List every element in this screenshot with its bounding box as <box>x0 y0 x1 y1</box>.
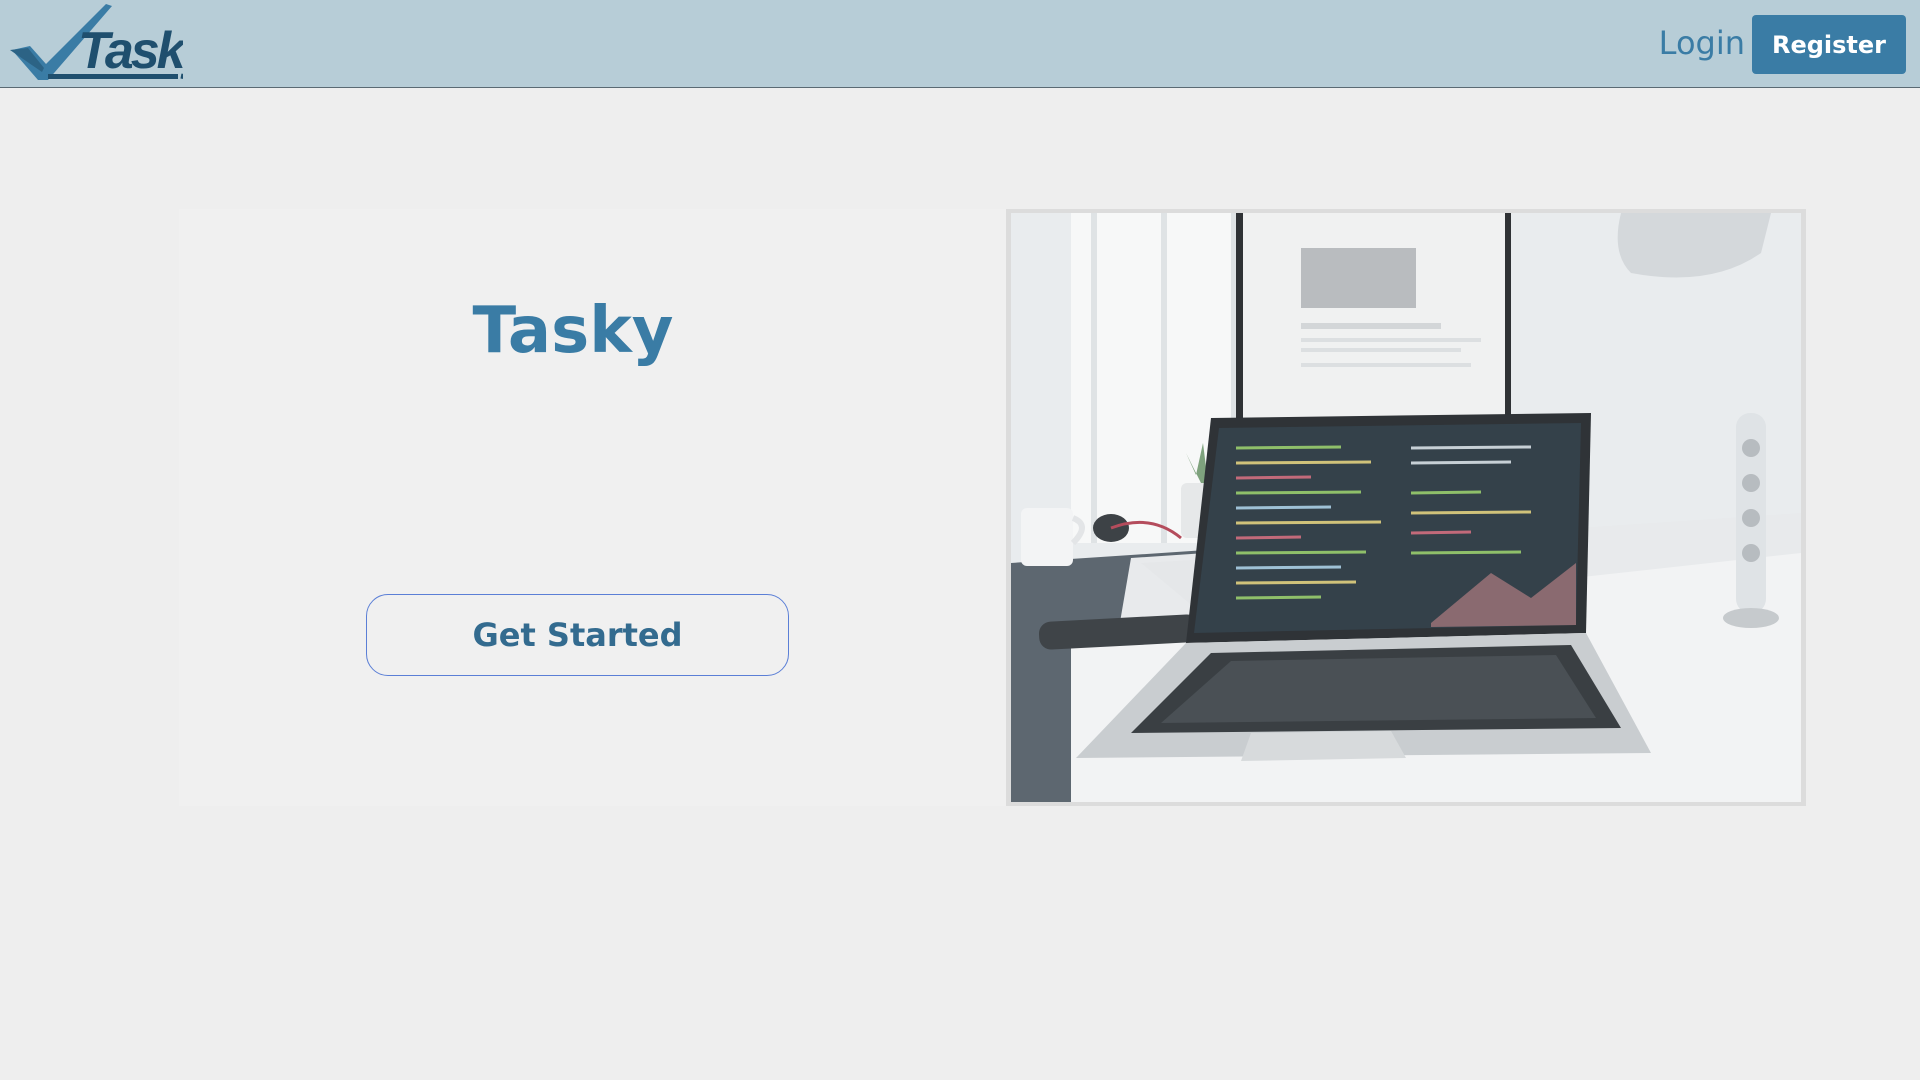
logo-wordmark: Tasky <box>78 22 183 80</box>
register-button[interactable]: Register <box>1752 15 1906 74</box>
get-started-button[interactable]: Get Started <box>366 594 789 676</box>
hero-image-panel <box>1006 209 1806 806</box>
hero-title: Tasky <box>472 294 674 368</box>
login-link[interactable]: Login <box>1659 24 1745 62</box>
top-navbar: Tasky Login Register <box>0 0 1920 88</box>
hero-text-panel: Tasky Get Started <box>179 209 1006 806</box>
tasky-logo[interactable]: Tasky <box>8 2 183 84</box>
workspace-laptop-image <box>1011 213 1801 802</box>
hero-section: Tasky Get Started <box>179 209 1806 806</box>
